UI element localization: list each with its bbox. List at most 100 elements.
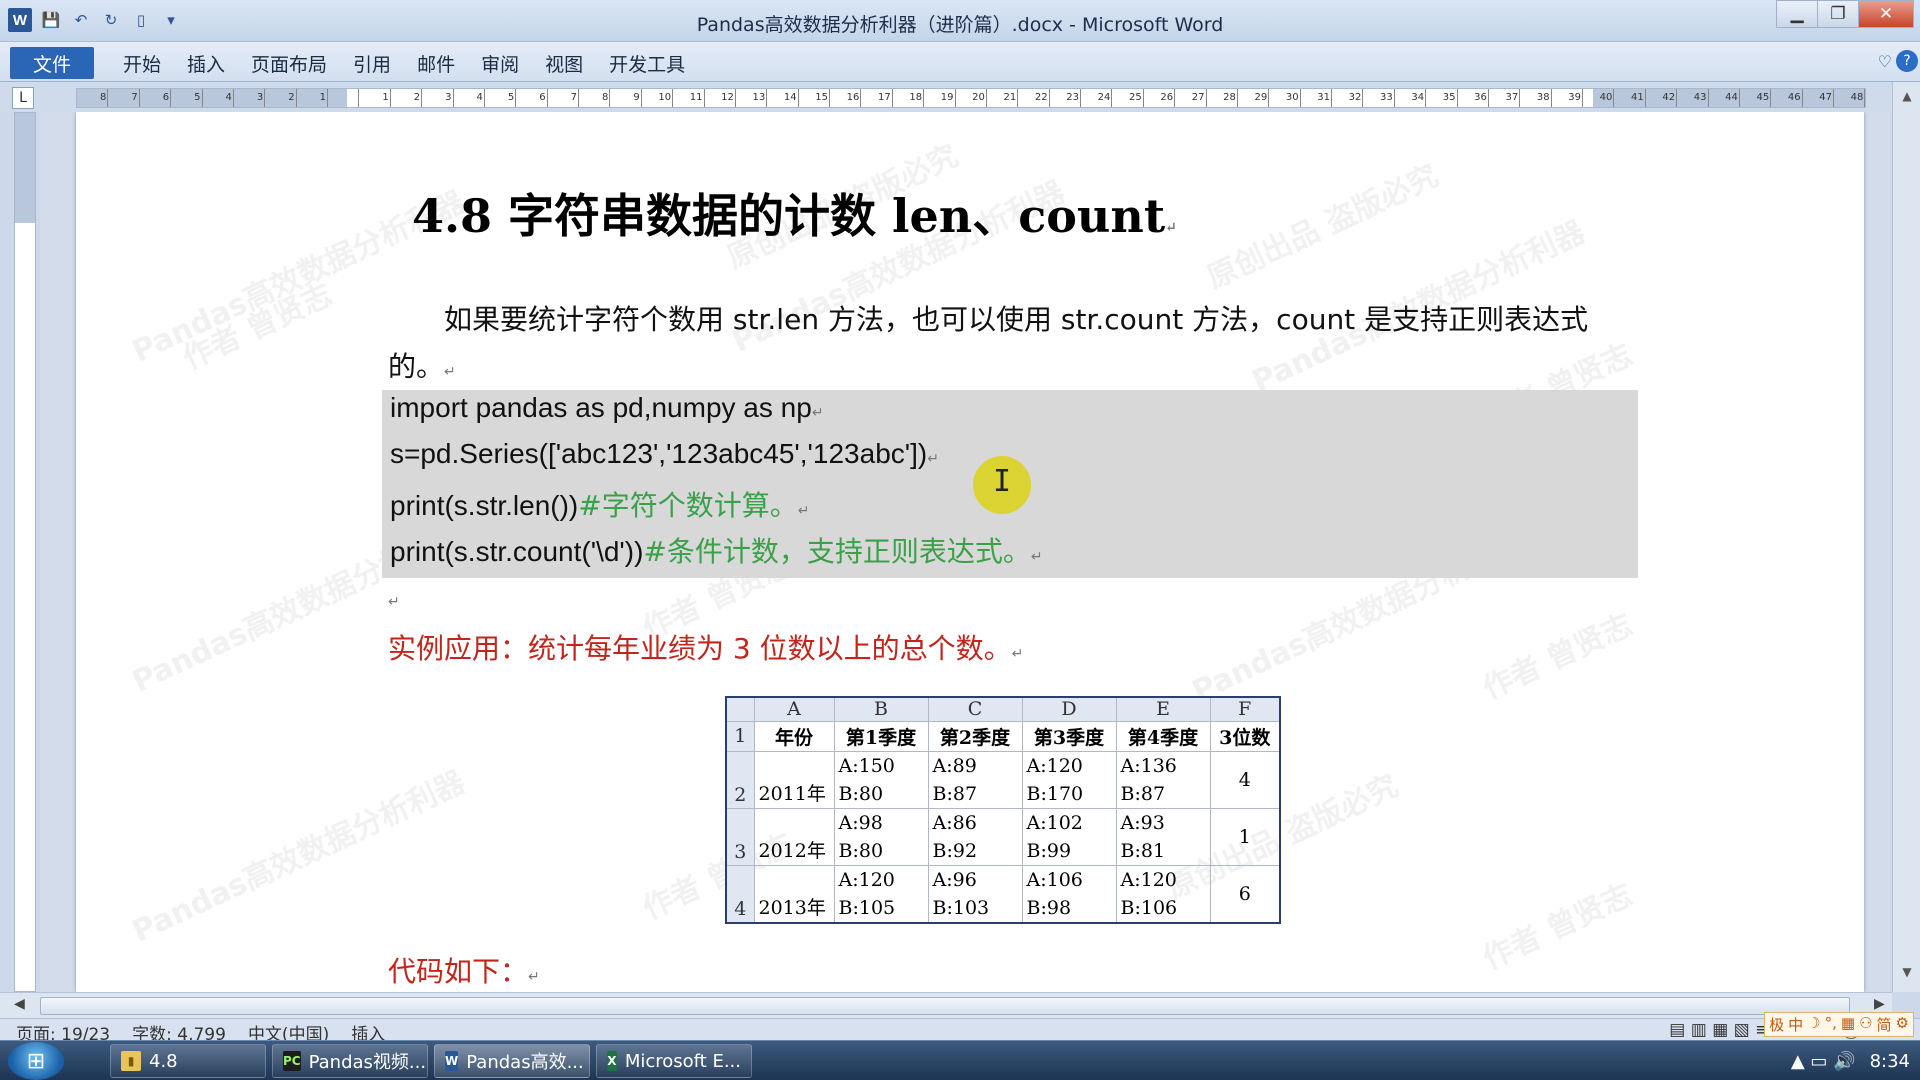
ime-button[interactable]: 极: [1769, 1014, 1784, 1035]
system-tray: ▲ ▭ 🔊 8:34: [1791, 1041, 1910, 1080]
taskbar-item-pycharm[interactable]: PC Pandas视频...: [272, 1044, 428, 1078]
save-icon[interactable]: 💾: [40, 9, 62, 31]
redo-icon[interactable]: ↻: [100, 9, 122, 31]
vertical-scrollbar[interactable]: ▲ ▼: [1892, 82, 1920, 992]
ruler-tick: 29: [1238, 89, 1270, 107]
text-cursor-icon: I: [993, 464, 1012, 499]
undo-icon[interactable]: ↶: [70, 9, 92, 31]
ruler-tick: 35: [1426, 89, 1458, 107]
quick-access-toolbar: W 💾 ↶ ↻ ▯ ▾: [8, 8, 182, 32]
ruler-tick: 8: [579, 89, 611, 107]
ruler-tick: 10: [642, 89, 674, 107]
status-bar: 页面: 19/23 字数: 4,799 中文(中国) 插入 ▤ ▥ ▦ ▧ ≡ …: [0, 1018, 1920, 1045]
ime-button[interactable]: 简: [1877, 1014, 1892, 1035]
paragraph-mark: ↵: [528, 969, 540, 985]
ruler-tick: 20: [956, 89, 987, 107]
ruler-tick: 27: [1175, 89, 1207, 107]
window-controls: ▁ ❐ ✕: [1776, 0, 1914, 28]
header-cell: 第2季度: [927, 720, 1023, 752]
ruler-tick: 5: [485, 89, 517, 107]
tab-6[interactable]: 视图: [532, 50, 596, 77]
taskbar-item-word[interactable]: W Pandas高效...: [434, 1044, 590, 1078]
intro-text: 如果要统计字符个数用 str.len 方法，也可以使用 str.count 方法…: [388, 303, 1589, 383]
ruler-tick: 8: [77, 89, 109, 107]
vertical-ruler[interactable]: [14, 112, 36, 992]
ruler-tick: 19: [924, 89, 956, 107]
count-cell: 6: [1209, 864, 1281, 923]
customize-toolbar-icon[interactable]: ▾: [160, 9, 182, 31]
horizontal-scrollbar[interactable]: ◀ ▶: [0, 992, 1892, 1018]
ruler-tick: 7: [108, 89, 140, 107]
column-letter: F: [1209, 696, 1281, 722]
example-heading: 实例应用：统计每年业绩为 3 位数以上的总个数。↵: [388, 627, 1023, 667]
ruler-tick: 47: [1803, 89, 1834, 107]
tab-2[interactable]: 页面布局: [238, 50, 340, 77]
ruler-tick: 16: [830, 89, 862, 107]
select-all-corner: [725, 696, 755, 722]
code-comment: #字符个数计算。: [578, 489, 798, 522]
scroll-down-icon[interactable]: ▼: [1897, 962, 1917, 982]
view-mode-icons[interactable]: ▤ ▥ ▦ ▧ ≡: [1669, 1020, 1769, 1040]
tab-4[interactable]: 邮件: [404, 50, 468, 77]
ruler-tick: 34: [1395, 89, 1427, 107]
watermark: 作者 曾贤志: [177, 277, 338, 377]
word-app-icon[interactable]: W: [8, 8, 32, 32]
document-area: Pandas高效数据分析利器 作者 曾贤志 原创出品 盗版必究 Pandas高效…: [40, 112, 1890, 992]
taskbar-item-label: Pandas高效...: [466, 1052, 584, 1073]
clock[interactable]: 8:34: [1870, 1051, 1910, 1072]
ruler-tick: 36: [1458, 89, 1489, 107]
pycharm-icon: PC: [283, 1051, 301, 1071]
tab-5[interactable]: 审阅: [468, 50, 532, 77]
ruler-tick: 14: [767, 89, 799, 107]
tray-icons[interactable]: ▲ ▭ 🔊: [1791, 1051, 1856, 1072]
taskbar-item-label: Pandas视频...: [308, 1052, 427, 1073]
maximize-button[interactable]: ❐: [1817, 0, 1859, 28]
column-letter: B: [833, 696, 929, 722]
ime-toolbar[interactable]: 极中 ☽ °, ▦ ⚇ 简 ⚙: [1764, 1012, 1914, 1037]
ime-button[interactable]: ⚇: [1859, 1014, 1872, 1035]
ribbon-collapse-icon[interactable]: ♡: [1878, 52, 1892, 71]
scroll-thumb[interactable]: [40, 997, 1850, 1015]
tab-7[interactable]: 开发工具: [596, 50, 698, 77]
header-cell: 第4季度: [1115, 720, 1211, 752]
ime-button[interactable]: °,: [1825, 1014, 1837, 1035]
minimize-button[interactable]: ▁: [1776, 0, 1818, 28]
ruler-tick: 7: [548, 89, 579, 107]
scroll-up-icon[interactable]: ▲: [1897, 86, 1917, 106]
tab-0[interactable]: 开始: [110, 50, 174, 77]
watermark: Pandas高效数据分析利器: [127, 764, 471, 950]
row-number: 4: [725, 864, 755, 923]
section-heading: 4.8 字符串数据的计数 len、count↵: [412, 180, 1177, 246]
help-icon[interactable]: ?: [1896, 50, 1918, 72]
quarter-cell: A:120 B:170: [1021, 750, 1117, 809]
document-page[interactable]: Pandas高效数据分析利器 作者 曾贤志 原创出品 盗版必究 Pandas高效…: [76, 112, 1864, 992]
taskbar-item-excel[interactable]: X Microsoft E...: [596, 1044, 752, 1078]
scroll-left-icon[interactable]: ◀: [14, 996, 25, 1012]
ime-button[interactable]: ⚙: [1896, 1014, 1909, 1035]
taskbar-item-folder[interactable]: ▮ 4.8: [110, 1044, 266, 1078]
ruler-tick: 15: [799, 89, 830, 107]
scroll-right-icon[interactable]: ▶: [1874, 996, 1885, 1012]
ruler-tick: 6: [140, 89, 172, 107]
quarter-cell: A:106 B:98: [1021, 864, 1117, 923]
ime-button[interactable]: ☽: [1807, 1014, 1820, 1035]
horizontal-ruler[interactable]: 8 7 6 5 4 3 2 1 1 2 3 4 5 6 7 8 9 10 11 12 13 14 15 16 17 18 19 20 2…: [76, 88, 1866, 108]
ime-button[interactable]: 中: [1788, 1014, 1803, 1035]
count-cell: 1: [1209, 807, 1281, 866]
embedded-excel-table[interactable]: A B C D E F 1 年份 第1季度 第2季度 第3季度 第4季度 3位数…: [725, 696, 1281, 924]
ime-button[interactable]: ▦: [1841, 1014, 1855, 1035]
tab-3[interactable]: 引用: [340, 50, 404, 77]
tab-file[interactable]: 文件: [10, 47, 94, 79]
tab-1[interactable]: 插入: [174, 50, 238, 77]
quarter-cell: A:150 B:80: [833, 750, 929, 809]
table-header-row: 1 年份 第1季度 第2季度 第3季度 第4季度 3位数: [725, 720, 1281, 752]
count-cell: 4: [1209, 750, 1281, 809]
start-button[interactable]: ⊞: [8, 1042, 64, 1080]
paragraph-mark: ↵: [388, 594, 400, 610]
close-button[interactable]: ✕: [1858, 0, 1914, 28]
new-document-icon[interactable]: ▯: [130, 9, 152, 31]
tab-stop-selector[interactable]: L: [12, 87, 34, 109]
header-cell: 3位数: [1209, 720, 1281, 752]
ruler-tick: 37: [1489, 89, 1521, 107]
taskbar-item-label: Microsoft E...: [624, 1050, 741, 1072]
